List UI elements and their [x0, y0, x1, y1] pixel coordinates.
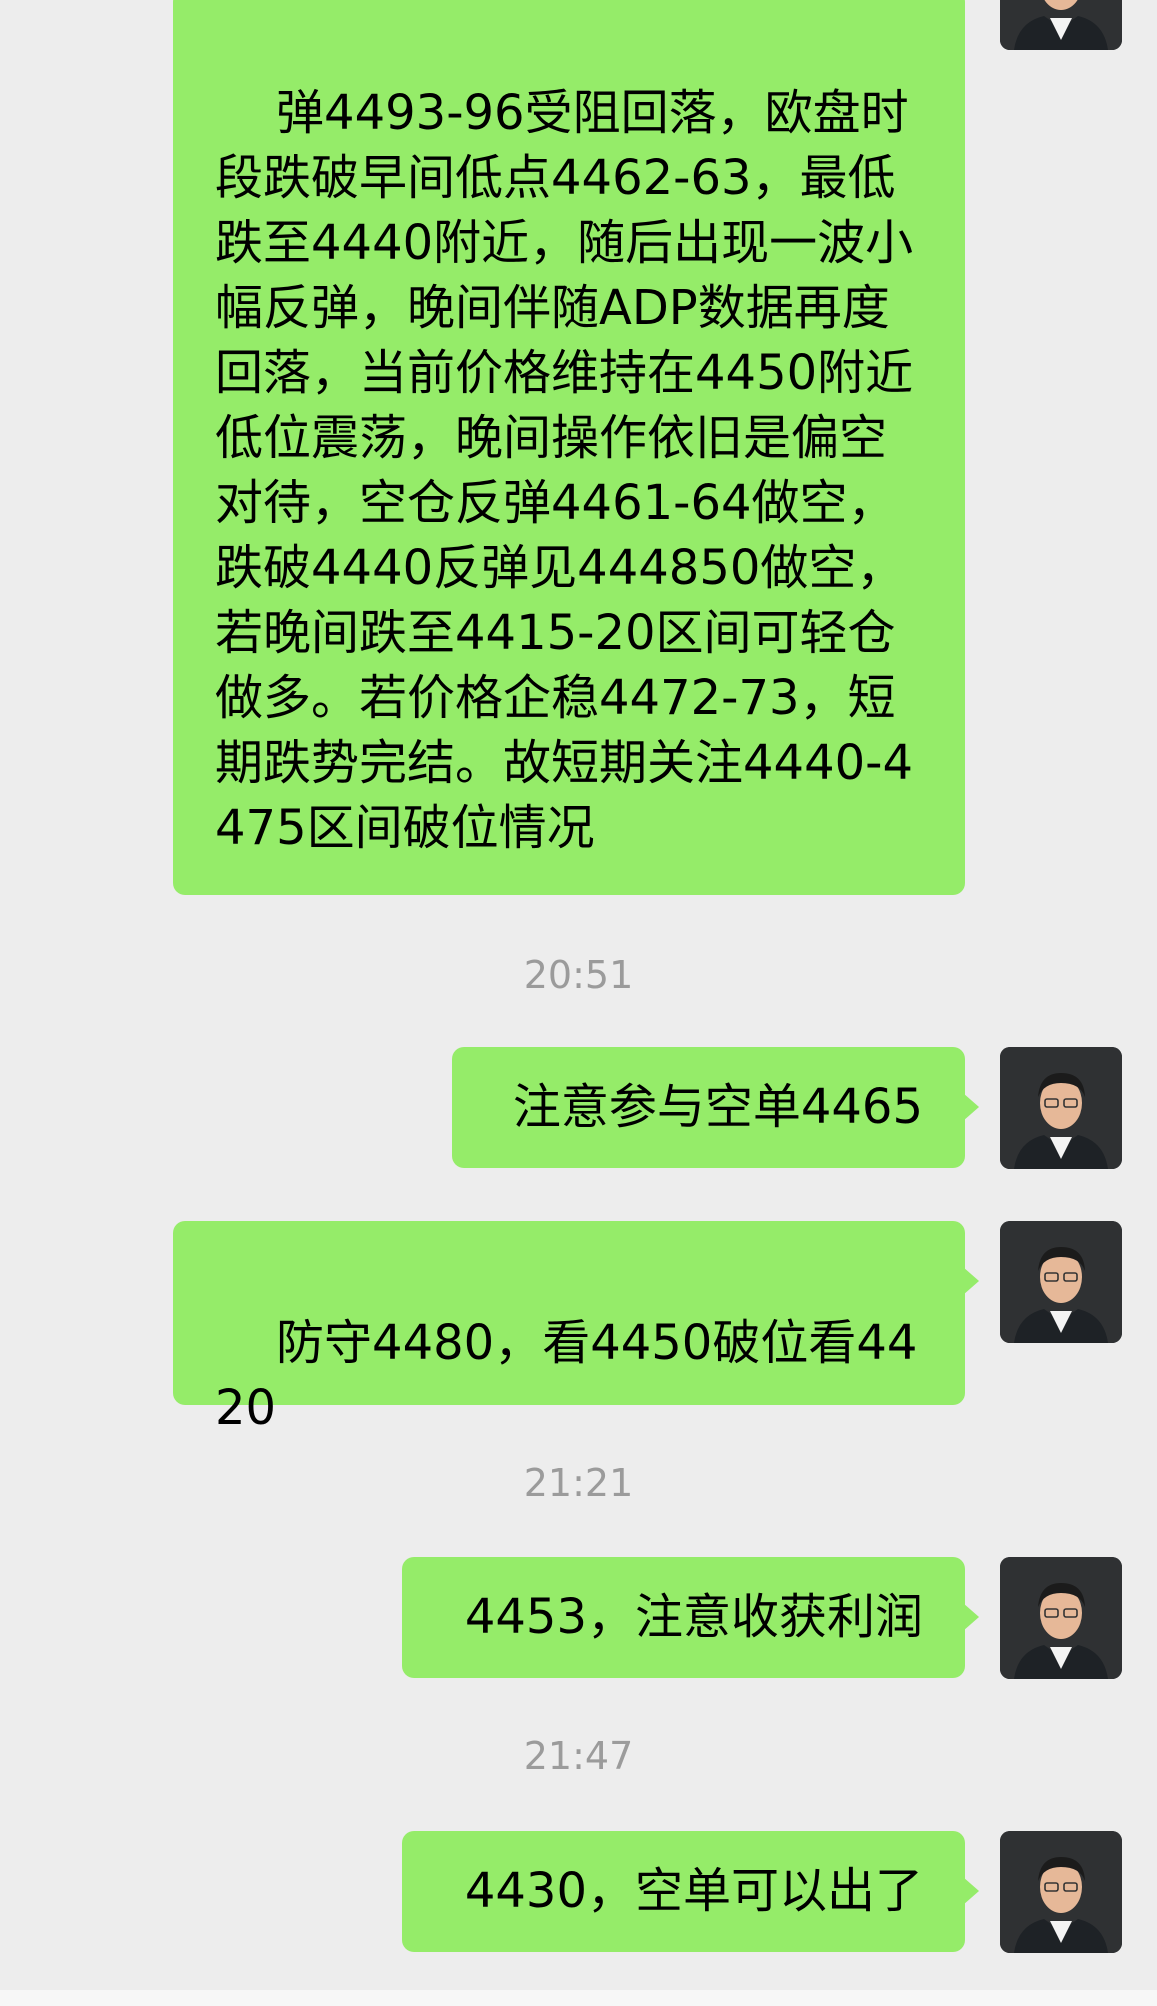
- avatar-icon: [1000, 1221, 1122, 1343]
- message-text: 防守4480，看4450破位看4420: [215, 1315, 918, 1436]
- avatar[interactable]: [1000, 1047, 1122, 1169]
- chat-area[interactable]: 弹4493-96受阻回落，欧盘时段跌破早间低点4462-63，最低跌至4440附…: [0, 0, 1157, 2006]
- message-text: 4430，空单可以出了: [464, 1863, 923, 1919]
- message-bubble[interactable]: 注意参与空单4465: [452, 1047, 979, 1168]
- bubble-tail: [963, 1093, 979, 1121]
- avatar[interactable]: [1000, 1831, 1122, 1953]
- timestamp: 21:47: [523, 1734, 634, 1778]
- timestamp: 20:51: [523, 953, 634, 997]
- bubble-tail: [963, 1267, 979, 1295]
- message-text: 注意参与空单4465: [512, 1079, 923, 1135]
- message-text: 4453，注意收获利润: [464, 1589, 923, 1645]
- message-bubble[interactable]: 弹4493-96受阻回落，欧盘时段跌破早间低点4462-63，最低跌至4440附…: [173, 0, 965, 895]
- avatar-icon: [1000, 1047, 1122, 1169]
- bubble-tail: [963, 1603, 979, 1631]
- timestamp: 21:21: [523, 1461, 634, 1505]
- avatar[interactable]: [1000, 1557, 1122, 1679]
- bubble-tail: [963, 1877, 979, 1905]
- avatar-icon: [1000, 1831, 1122, 1953]
- avatar-icon: [1000, 0, 1122, 50]
- avatar[interactable]: [1000, 0, 1122, 50]
- avatar[interactable]: [1000, 1221, 1122, 1343]
- avatar-icon: [1000, 1557, 1122, 1679]
- message-bubble[interactable]: 4430，空单可以出了: [402, 1831, 979, 1952]
- message-bubble[interactable]: 4453，注意收获利润: [402, 1557, 979, 1678]
- message-bubble[interactable]: 防守4480，看4450破位看4420: [173, 1221, 979, 1436]
- message-text: 弹4493-96受阻回落，欧盘时段跌破早间低点4462-63，最低跌至4440附…: [215, 85, 914, 856]
- input-bar-edge: [0, 1990, 1157, 2006]
